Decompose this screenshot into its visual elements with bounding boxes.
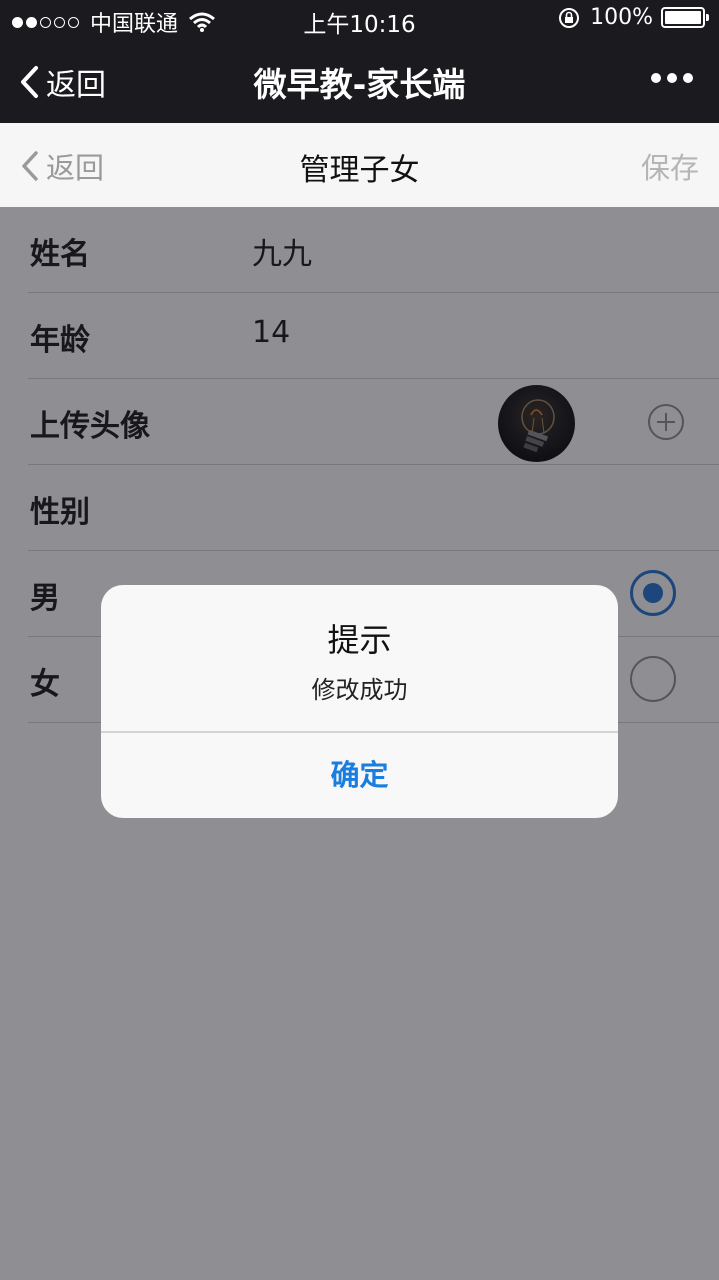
page-title: 管理子女: [299, 153, 420, 188]
dialog-title: 提示: [327, 621, 392, 659]
alert-dialog: 提示 修改成功 确定: [101, 585, 618, 818]
battery-icon: [661, 7, 709, 28]
dialog-message: 修改成功: [311, 676, 408, 704]
page-nav-bar: 返回 管理子女 保存: [0, 123, 719, 207]
wechat-title: 微早教-家长端: [253, 65, 466, 104]
confirm-button[interactable]: 确定: [101, 733, 618, 818]
save-button[interactable]: 保存: [641, 145, 699, 187]
wechat-header: 返回 微早教-家长端: [0, 40, 719, 123]
more-dots-icon[interactable]: [645, 73, 693, 83]
status-bar: 中国联通 上午10:16 100%: [0, 0, 719, 40]
status-right: 100%: [558, 5, 709, 30]
rotation-lock-icon: [559, 7, 580, 28]
battery-percent: 100%: [590, 5, 653, 30]
